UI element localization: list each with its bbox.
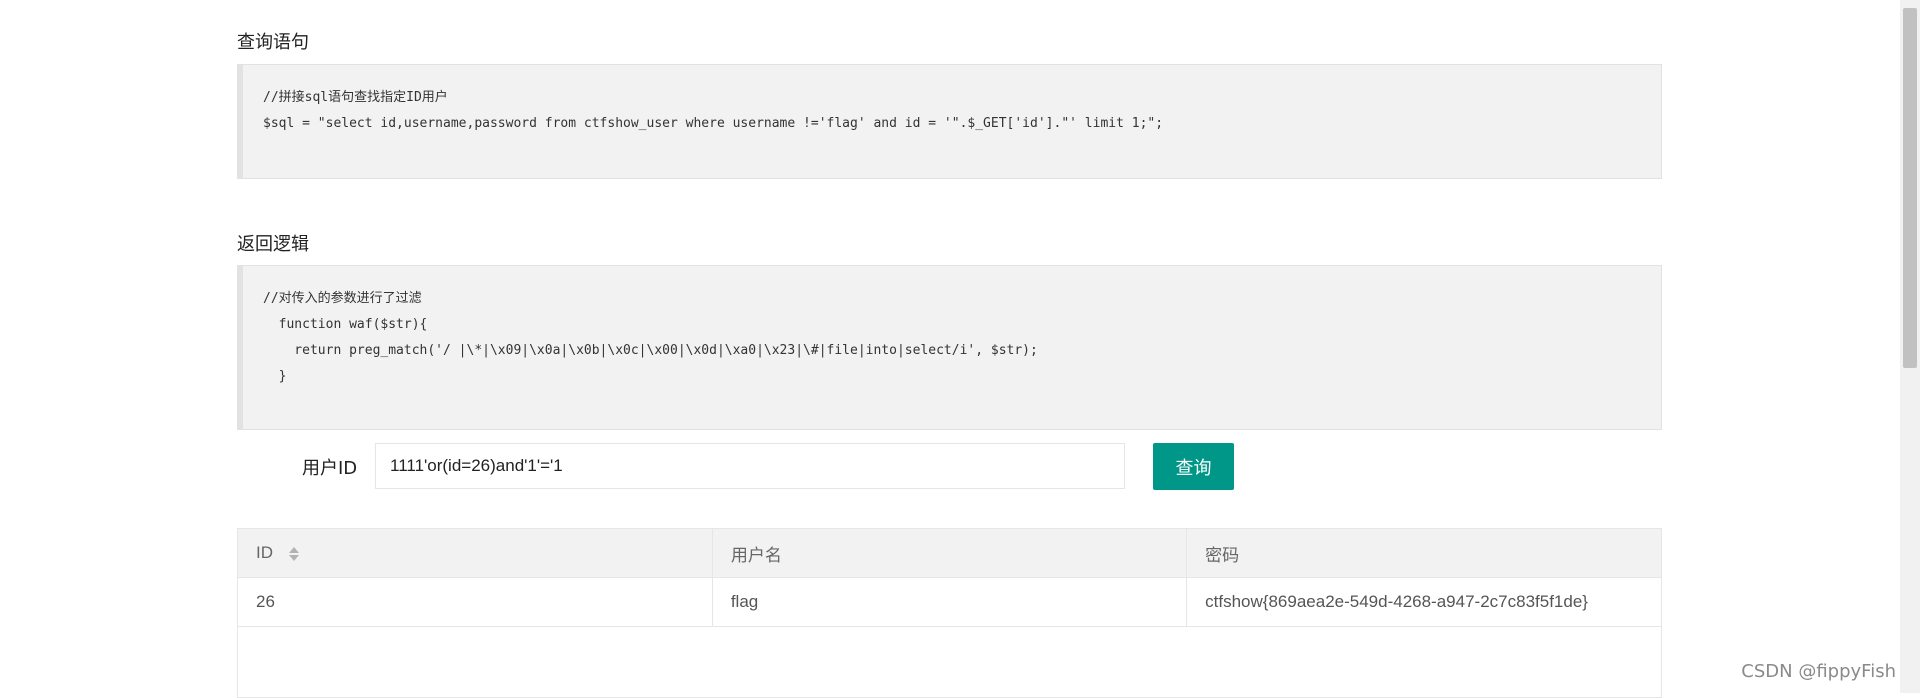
code-line: //拼接sql语句查找指定ID用户 <box>263 90 448 105</box>
watermark: CSDN @fippyFish <box>1741 661 1896 682</box>
page: 查询语句 //拼接sql语句查找指定ID用户 $sql = "select id… <box>0 0 1920 698</box>
code-line: //对传入的参数进行了过滤 <box>263 291 422 306</box>
results-table: ID 用户名 密码 26 flag ctfshow{869aea2e-549d-… <box>237 528 1662 698</box>
column-header-label: ID <box>256 543 273 562</box>
column-header-username: 用户名 <box>712 529 1188 578</box>
code-line: } <box>263 369 287 384</box>
user-id-input[interactable] <box>375 443 1125 489</box>
table-row: 26 flag ctfshow{869aea2e-549d-4268-a947-… <box>238 577 1661 627</box>
code-line: $sql = "select id,username,password from… <box>263 116 1164 131</box>
user-id-label: 用户ID <box>302 458 358 479</box>
code-line: return preg_match('/ |\*|\x09|\x0a|\x0b|… <box>263 343 1038 358</box>
code-line: function waf($str){ <box>263 317 428 332</box>
scrollbar-thumb[interactable] <box>1903 8 1917 368</box>
query-button[interactable]: 查询 <box>1153 443 1234 490</box>
sort-icon[interactable] <box>288 546 300 562</box>
cell-password: ctfshow{869aea2e-549d-4268-a947-2c7c83f5… <box>1186 577 1661 627</box>
cell-id: 26 <box>238 577 713 627</box>
cell-username: flag <box>712 577 1188 627</box>
logic-code-block: //对传入的参数进行了过滤 function waf($str){ return… <box>237 265 1662 430</box>
table-header-row: ID 用户名 密码 <box>238 529 1661 578</box>
vertical-scrollbar[interactable] <box>1900 0 1920 693</box>
query-code-block: //拼接sql语句查找指定ID用户 $sql = "select id,user… <box>237 64 1662 179</box>
column-header-id[interactable]: ID <box>238 529 713 578</box>
column-header-password: 密码 <box>1186 529 1661 578</box>
query-section-title: 查询语句 <box>237 32 309 53</box>
logic-section-title: 返回逻辑 <box>237 234 309 255</box>
